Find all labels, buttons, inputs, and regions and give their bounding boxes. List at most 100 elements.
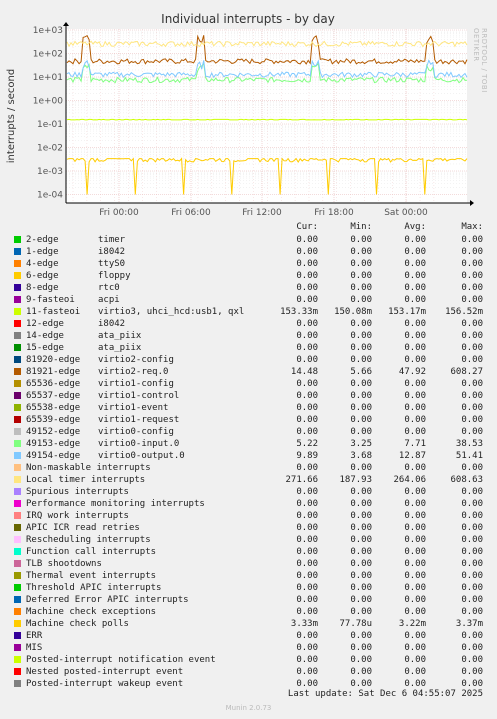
y-axis-arrow	[63, 22, 69, 26]
legend-row: 81920-edge virtio2-config 0.00 0.00 0.00 0.00	[14, 354, 484, 366]
legend-row: Rescheduling interrupts 0.00 0.00 0.00 0.00	[14, 534, 484, 546]
legend-row: 4-edge ttyS0 0.00 0.00 0.00 0.00	[14, 258, 484, 270]
chart: 1e+03 1e+02 1e+01 1e+00 1e-01 1e-02 1e-03 1e-04…	[6, 12, 474, 218]
legend-desc: virtio1-event	[98, 403, 169, 413]
legend-swatch	[14, 248, 21, 255]
legend-avg: 0.00	[404, 415, 426, 425]
legend-min: 0.00	[350, 427, 372, 437]
legend-desc: virtio2-config	[98, 355, 174, 365]
legend-min: 0.00	[350, 607, 372, 617]
legend-max: 0.00	[461, 403, 483, 413]
legend-avg: 0.00	[404, 535, 426, 545]
legend-row: Threshold APIC interrupts 0.00 0.00 0.00 0.0…	[14, 582, 484, 594]
legend-min: 0.00	[350, 499, 372, 509]
legend-row: 65539-edge virtio1-request 0.00 0.00 0.00 0.0…	[14, 414, 484, 426]
legend-cur: 0.00	[296, 463, 318, 473]
legend-min: 0.00	[350, 595, 372, 605]
legend-avg: 0.00	[404, 379, 426, 389]
legend-row: APIC ICR read retries 0.00 0.00 0.00 0.00	[14, 522, 484, 534]
legend-swatch	[14, 632, 21, 639]
legend-cur: 0.00	[296, 547, 318, 557]
legend-max: 0.00	[461, 355, 483, 365]
legend-cur: 3.33m	[290, 619, 318, 629]
legend-name: 2-edge	[26, 235, 59, 245]
legend-max: 608.63	[450, 475, 483, 485]
legend-min: 0.00	[350, 487, 372, 497]
legend-avg: 0.00	[404, 295, 426, 305]
x-tick-label: Fri 00:00	[99, 208, 139, 218]
legend-min: 0.00	[350, 511, 372, 521]
legend-min: 0.00	[350, 319, 372, 329]
legend-avg: 153.17m	[388, 307, 426, 317]
legend-swatch	[14, 320, 21, 327]
legend-swatch	[14, 284, 21, 291]
legend-name: 12-edge	[26, 319, 64, 329]
legend-row: Deferred Error APIC interrupts 0.00 0.00 0.…	[14, 594, 484, 606]
legend-desc: virtio1-config	[98, 379, 174, 389]
legend-cur: 0.00	[296, 415, 318, 425]
legend-min: 0.00	[350, 403, 372, 413]
legend-cur: 0.00	[296, 643, 318, 653]
legend-avg: 264.06	[393, 475, 426, 485]
legend-avg: 0.00	[404, 547, 426, 557]
legend-swatch	[14, 272, 21, 279]
legend-max: 0.00	[461, 655, 483, 665]
legend-name: 81920-edge	[26, 355, 81, 365]
rrdtool-credit: RRDTOOL / TOBI OETIKER	[472, 28, 488, 93]
legend-cur: 0.00	[296, 247, 318, 257]
legend-swatch	[14, 464, 21, 471]
legend-row: Spurious interrupts 0.00 0.00 0.00 0.00	[14, 486, 484, 498]
legend-max: 0.00	[461, 247, 483, 257]
legend-row: 9-fasteoi acpi 0.00 0.00 0.00 0.00	[14, 294, 484, 306]
x-tick-label: Fri 12:00	[242, 208, 282, 218]
legend-name: 81921-edge	[26, 367, 81, 377]
legend-name: Thermal event interrupts	[26, 571, 157, 581]
legend-swatch	[14, 344, 21, 351]
legend-name: 11-fasteoi	[26, 307, 81, 317]
legend-swatch	[14, 548, 21, 555]
legend-swatch	[14, 368, 21, 375]
legend-name: 49153-edge	[26, 439, 81, 449]
x-axis-ticks: Fri 00:00 Fri 06:00 Fri 12:00 Fri 18:00 Sat …	[99, 208, 428, 218]
x-axis-arrow	[470, 200, 474, 206]
legend-swatch	[14, 536, 21, 543]
legend-name: MIS	[26, 643, 43, 653]
legend-name: ERR	[26, 631, 43, 641]
legend-swatch	[14, 584, 21, 591]
y-axis-ticks: 1e+03 1e+02 1e+01 1e+00 1e-01 1e-02 1e-03 1e-04	[33, 26, 64, 201]
legend-swatch	[14, 236, 21, 243]
legend-cur: 0.00	[296, 571, 318, 581]
legend-max: 0.00	[461, 415, 483, 425]
legend-cur: 0.00	[296, 235, 318, 245]
legend-avg: 0.00	[404, 463, 426, 473]
legend-row: 2-edge timer 0.00 0.00 0.00 0.00	[14, 234, 484, 246]
legend-name: 65539-edge	[26, 415, 81, 425]
legend-min: 0.00	[350, 259, 372, 269]
legend-avg: 0.00	[404, 571, 426, 581]
legend-min: 3.68	[350, 451, 372, 461]
y-tick-label: 1e+03	[33, 26, 63, 36]
legend-max: 0.00	[461, 295, 483, 305]
legend-cur: 0.00	[296, 583, 318, 593]
legend-swatch	[14, 404, 21, 411]
legend-max: 0.00	[461, 547, 483, 557]
legend-desc: virtio2-req.0	[98, 367, 169, 377]
series-line	[66, 118, 468, 121]
legend-name: Threshold APIC interrupts	[26, 583, 162, 593]
legend-avg: 0.00	[404, 319, 426, 329]
legend-swatch	[14, 260, 21, 267]
legend-max: 51.41	[455, 451, 483, 461]
legend-row: Performance monitoring interrupts 0.00 0.0…	[14, 498, 484, 510]
legend-swatch	[14, 656, 21, 663]
legend-max: 0.00	[461, 487, 483, 497]
legend-cur: 271.66	[285, 475, 318, 485]
legend-min: 0.00	[350, 283, 372, 293]
legend-avg: 0.00	[404, 403, 426, 413]
legend-min: 0.00	[350, 643, 372, 653]
legend-max: 0.00	[461, 511, 483, 521]
legend-max: 0.00	[461, 259, 483, 269]
legend-max: 0.00	[461, 523, 483, 533]
legend-swatch	[14, 440, 21, 447]
legend-cur: 0.00	[296, 511, 318, 521]
legend-desc: virtio3, uhci_hcd:usb1, qxl	[98, 307, 245, 317]
